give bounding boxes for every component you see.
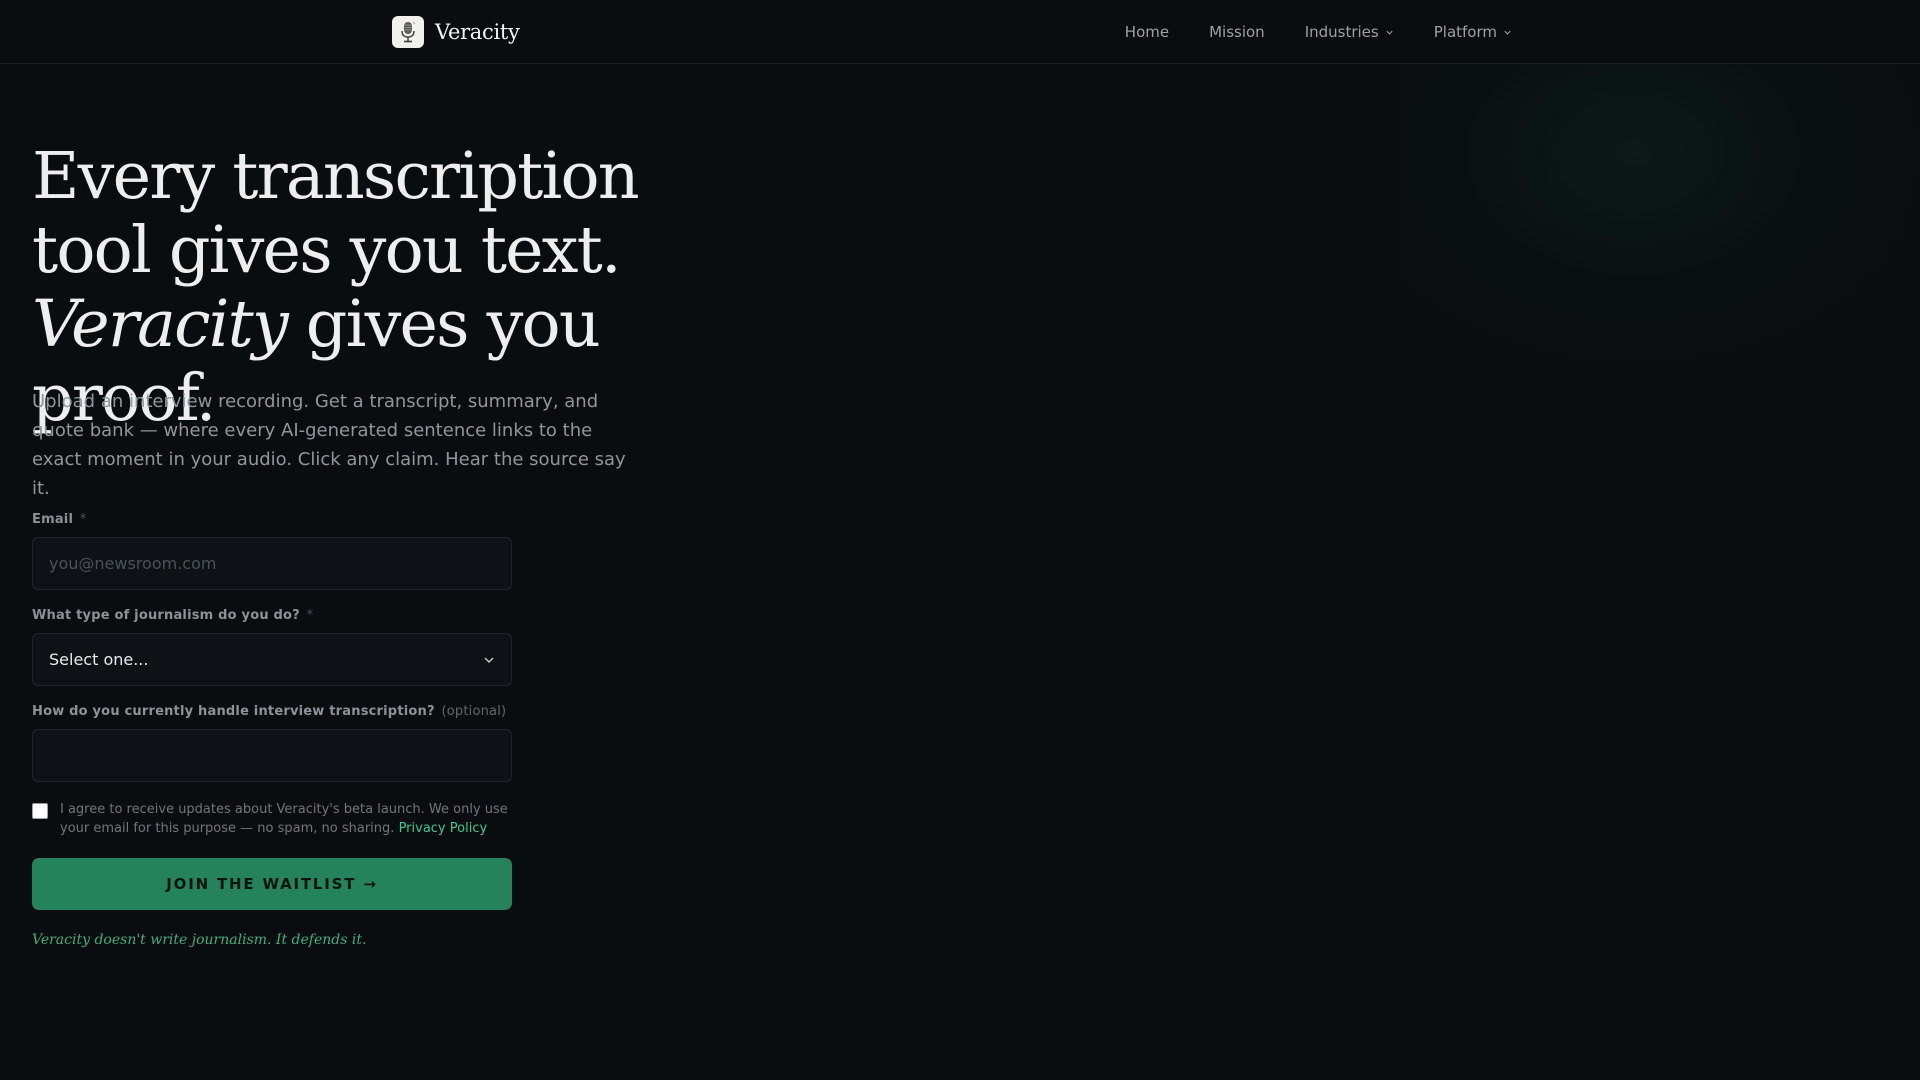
journalism-type-select[interactable]: Select one... <box>32 633 512 686</box>
waitlist-form: Email * What type of journalism do you d… <box>32 512 512 948</box>
background-glow <box>1400 64 1920 364</box>
chevron-down-icon <box>1386 30 1393 35</box>
chevron-down-icon <box>484 657 494 663</box>
hero-subtitle: Upload an interview recording. Get a tra… <box>32 391 626 499</box>
nav-item-industries[interactable]: Industries <box>1305 23 1394 41</box>
nav-item-label: Home <box>1124 23 1170 41</box>
email-field[interactable] <box>32 537 512 590</box>
journalism-type-label: What type of journalism do you do? * <box>32 608 512 623</box>
email-group: Email * <box>32 512 512 590</box>
nav-item-home[interactable]: Home <box>1125 23 1169 41</box>
optional-note: (optional) <box>441 704 507 719</box>
email-label: Email * <box>32 512 512 527</box>
microphone-icon <box>392 16 424 48</box>
consent-row: I agree to receive updates about Veracit… <box>32 800 512 838</box>
main-nav: Home Mission Industries Platform <box>1125 0 1512 64</box>
tagline: Veracity doesn't write journalism. It de… <box>32 932 367 948</box>
select-value: Select one... <box>49 650 149 669</box>
journalism-type-label-text: What type of journalism do you do? <box>32 608 300 623</box>
join-waitlist-button[interactable]: JOIN THE WAITLIST → <box>32 858 512 910</box>
nav-item-mission[interactable]: Mission <box>1209 23 1265 41</box>
nav-item-label: Mission <box>1209 23 1265 41</box>
transcription-label-text: How do you currently handle interview tr… <box>32 704 435 719</box>
hero-title-part1: Every transcription tool gives you text. <box>32 139 640 288</box>
nav-item-label: Industries <box>1304 23 1379 41</box>
required-mark: * <box>306 608 314 623</box>
nav-item-platform[interactable]: Platform <box>1434 23 1512 41</box>
required-mark: * <box>79 512 87 527</box>
nav-item-label: Platform <box>1433 23 1497 41</box>
consent-text: I agree to receive updates about Veracit… <box>60 800 512 838</box>
transcription-label: How do you currently handle interview tr… <box>32 704 512 719</box>
transcription-group: How do you currently handle interview tr… <box>32 704 512 782</box>
consent-checkbox[interactable] <box>32 803 48 819</box>
chevron-down-icon <box>1504 30 1511 35</box>
hero-title-emphasis: Veracity <box>32 287 289 362</box>
email-label-text: Email <box>32 512 74 527</box>
brand-logo-link[interactable]: Veracity <box>392 16 520 48</box>
brand-name: Veracity <box>435 20 520 44</box>
site-header: Veracity Home Mission Industries Platfor… <box>0 0 1920 64</box>
journalism-type-group: What type of journalism do you do? * Sel… <box>32 608 512 686</box>
transcription-field[interactable] <box>32 729 512 782</box>
privacy-policy-link[interactable]: Privacy Policy <box>399 821 488 836</box>
